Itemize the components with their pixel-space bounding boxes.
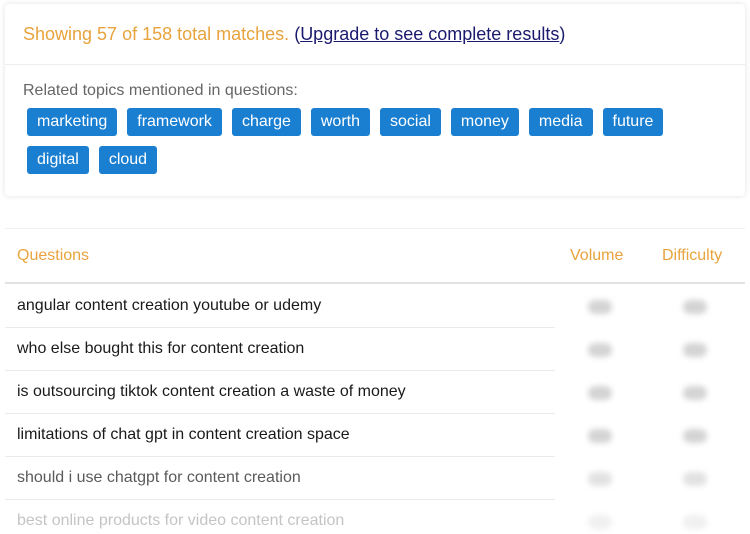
header-difficulty[interactable]: Difficulty [662, 247, 722, 265]
topic-tag-media[interactable]: media [528, 108, 593, 136]
close-paren: ) [559, 24, 566, 44]
card-divider [5, 64, 745, 65]
topic-tag-charge[interactable]: charge [231, 108, 301, 136]
table-header: Questions Volume Difficulty [5, 228, 745, 284]
volume-value-blurred [588, 300, 612, 314]
topic-tag-framework[interactable]: framework [127, 108, 222, 136]
table-row[interactable]: angular content creation youtube or udem… [5, 285, 745, 328]
table-row[interactable]: is outsourcing tiktok content creation a… [5, 371, 745, 414]
summary-card: Showing 57 of 158 total matches. (Upgrad… [5, 4, 745, 196]
topic-tag-cloud[interactable]: cloud [98, 146, 158, 174]
page: Showing 57 of 158 total matches. (Upgrad… [0, 0, 750, 534]
related-topics-label: Related topics mentioned in questions: [23, 82, 298, 99]
topic-tag-worth[interactable]: worth [310, 108, 370, 136]
difficulty-value-blurred [683, 300, 707, 314]
volume-value-blurred [588, 515, 612, 529]
volume-value-blurred [588, 472, 612, 486]
volume-value-blurred [588, 343, 612, 357]
match-summary: Showing 57 of 158 total matches. (Upgrad… [23, 24, 565, 45]
topic-tag-social[interactable]: social [379, 108, 441, 136]
topic-tag-money[interactable]: money [450, 108, 519, 136]
difficulty-value-blurred [683, 429, 707, 443]
question-text[interactable]: best online products for video content c… [17, 512, 344, 530]
table-row[interactable]: limitations of chat gpt in content creat… [5, 414, 745, 457]
match-count-text: Showing 57 of 158 total matches. [23, 24, 290, 44]
question-text[interactable]: angular content creation youtube or udem… [17, 297, 321, 315]
topic-tag-marketing[interactable]: marketing [27, 108, 118, 136]
topic-tag-digital[interactable]: digital [27, 146, 89, 174]
difficulty-value-blurred [683, 386, 707, 400]
question-text[interactable]: is outsourcing tiktok content creation a… [17, 383, 406, 401]
difficulty-value-blurred [683, 515, 707, 529]
difficulty-value-blurred [683, 343, 707, 357]
upgrade-link[interactable]: Upgrade to see complete results [300, 24, 559, 44]
question-text[interactable]: who else bought this for content creatio… [17, 340, 304, 358]
topic-tags: marketing framework charge worth social … [27, 108, 687, 174]
difficulty-value-blurred [683, 472, 707, 486]
question-text[interactable]: limitations of chat gpt in content creat… [17, 426, 350, 444]
table-row[interactable]: should i use chatgpt for content creatio… [5, 457, 745, 500]
table-body: angular content creation youtube or udem… [5, 285, 745, 534]
volume-value-blurred [588, 429, 612, 443]
table-row[interactable]: who else bought this for content creatio… [5, 328, 745, 371]
header-questions[interactable]: Questions [17, 247, 89, 265]
table-row[interactable]: best online products for video content c… [5, 500, 745, 534]
topic-tag-future[interactable]: future [602, 108, 664, 136]
question-text[interactable]: should i use chatgpt for content creatio… [17, 469, 301, 487]
volume-value-blurred [588, 386, 612, 400]
header-volume[interactable]: Volume [570, 247, 623, 265]
